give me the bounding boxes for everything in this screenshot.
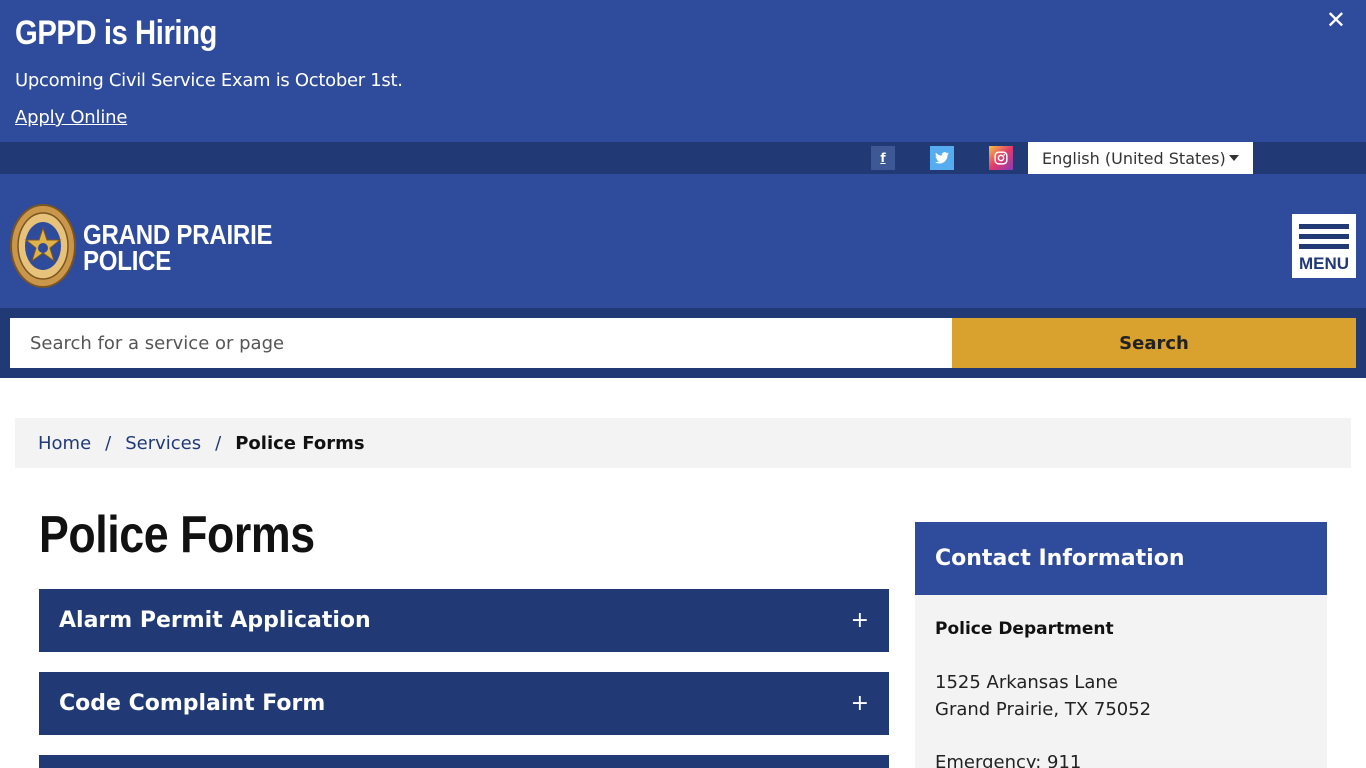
alert-title: GPPD is Hiring — [15, 14, 217, 52]
search-input[interactable] — [10, 318, 952, 368]
menu-button[interactable]: MENU — [1292, 214, 1356, 278]
police-badge-logo[interactable] — [10, 204, 76, 288]
breadcrumb: Home / Services / Police Forms — [15, 418, 1351, 468]
breadcrumb-separator: / — [215, 432, 222, 454]
language-select-value: English (United States) — [1042, 148, 1226, 168]
contact-heading: Contact Information — [915, 522, 1327, 595]
page-title: Police Forms — [39, 506, 315, 564]
search-bar: Search — [0, 308, 1366, 378]
chevron-down-icon — [1229, 155, 1239, 161]
facebook-icon[interactable]: f — [871, 146, 895, 170]
accordion-item[interactable] — [39, 755, 889, 768]
contact-address-line2: Grand Prairie, TX 75052 — [935, 699, 1152, 720]
accordion-code-complaint[interactable]: Code Complaint Form + — [39, 672, 889, 735]
accordion-alarm-permit[interactable]: Alarm Permit Application + — [39, 589, 889, 652]
plus-icon: + — [850, 691, 869, 716]
instagram-icon[interactable] — [989, 146, 1013, 170]
accordion-label: Code Complaint Form — [59, 691, 326, 716]
menu-label: MENU — [1298, 254, 1350, 273]
hamburger-icon-bar — [1299, 234, 1349, 239]
apply-online-link[interactable]: Apply Online — [15, 107, 127, 128]
hamburger-icon-bar — [1299, 244, 1349, 249]
hamburger-icon — [1299, 224, 1349, 229]
site-header: GRAND PRAIRIE POLICE MENU — [0, 174, 1366, 308]
contact-emergency: Emergency: 911 — [935, 752, 1082, 768]
breadcrumb-current: Police Forms — [235, 432, 365, 454]
contact-panel: Police Department 1525 Arkansas Lane Gra… — [915, 595, 1327, 768]
accordion-label: Alarm Permit Application — [59, 608, 371, 633]
search-button[interactable]: Search — [952, 318, 1356, 368]
breadcrumb-services[interactable]: Services — [125, 433, 201, 454]
hiring-alert-banner: GPPD is Hiring Upcoming Civil Service Ex… — [0, 0, 1366, 142]
contact-address-line1: 1525 Arkansas Lane — [935, 672, 1118, 693]
language-select[interactable]: English (United States) — [1028, 142, 1253, 174]
utility-bar: f English (United States) — [0, 142, 1366, 174]
brand-line-2: POLICE — [83, 245, 172, 276]
breadcrumb-home[interactable]: Home — [38, 433, 91, 454]
close-icon[interactable]: ✕ — [1326, 6, 1346, 34]
contact-department: Police Department — [935, 619, 1114, 639]
breadcrumb-separator: / — [105, 432, 112, 454]
alert-text: Upcoming Civil Service Exam is October 1… — [15, 70, 403, 91]
plus-icon: + — [850, 608, 869, 633]
site-brand[interactable]: GRAND PRAIRIE POLICE — [83, 221, 273, 276]
twitter-icon[interactable] — [930, 146, 954, 170]
